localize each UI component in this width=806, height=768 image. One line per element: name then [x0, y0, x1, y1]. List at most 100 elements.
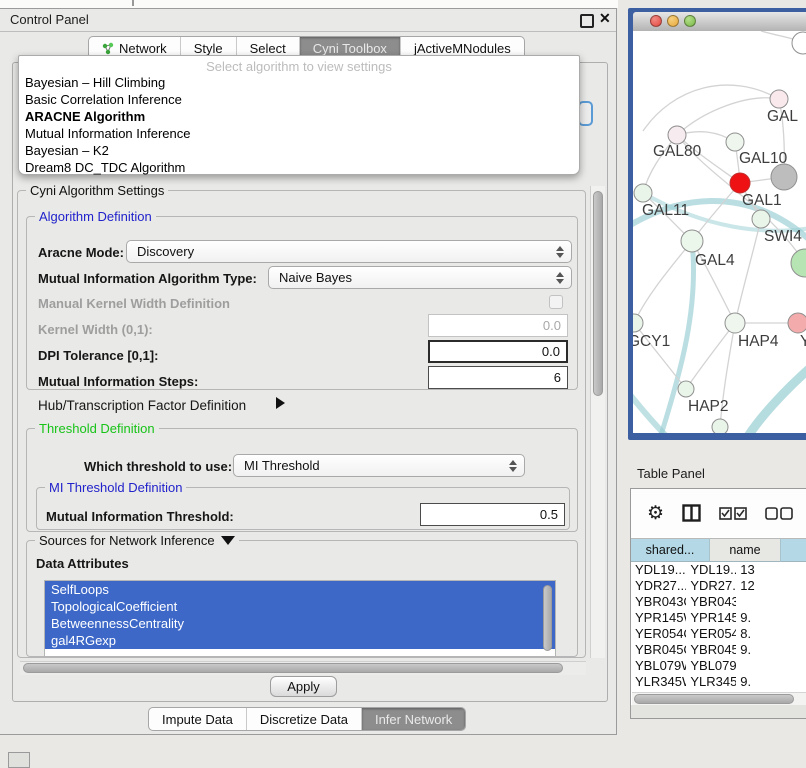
close-icon[interactable]: ✕ [599, 10, 611, 27]
algorithm-dropdown: Select algorithm to view settings Bayesi… [18, 55, 580, 175]
gear-icon[interactable]: ⚙ [647, 504, 664, 523]
table-hscrollbar[interactable] [632, 692, 806, 706]
network-canvas[interactable]: GALGAL80GAL10GAL1GAL11SWI4GAL4GCY1HAP4YH… [633, 31, 806, 433]
attribute-item-selfloops[interactable]: SelfLoops [45, 581, 555, 598]
bottom-left-grip[interactable] [8, 752, 30, 768]
table-row[interactable]: YPR145WYPR145W9. [631, 610, 806, 626]
network-node[interactable] [791, 249, 806, 277]
table-cell [736, 594, 806, 610]
network-node-gal1[interactable] [730, 173, 750, 193]
network-edge [735, 219, 761, 323]
tab-label: Select [250, 41, 286, 56]
sources-group-title: Sources for Network Inference [39, 533, 215, 548]
table-cell: YLR345W [686, 674, 736, 690]
attr-list-scroll-thumb[interactable] [543, 585, 552, 651]
dpi-tolerance-field[interactable]: 0.0 [428, 340, 568, 363]
network-node-y[interactable] [788, 313, 806, 333]
table-cell: YDR27... [686, 578, 736, 594]
table-cell: YDR27... [631, 578, 686, 594]
table-cell: 9. [736, 674, 806, 690]
network-node[interactable] [771, 164, 797, 190]
mac-close-icon[interactable] [650, 15, 662, 27]
network-node-gcy1[interactable] [633, 314, 643, 332]
threshold-definition-title: Threshold Definition [35, 421, 159, 436]
attribute-item-betweennesscentrality[interactable]: BetweennessCentrality [45, 615, 555, 632]
table-cell: YPR145W [686, 610, 736, 626]
tab-label: Discretize Data [260, 712, 348, 727]
settings-vscroll-thumb[interactable] [593, 191, 603, 396]
mac-zoom-icon[interactable] [684, 15, 696, 27]
settings-hscrollbar[interactable] [20, 661, 586, 675]
aracne-mode-select[interactable]: Discovery [126, 240, 572, 263]
combo-arrows-icon [509, 455, 517, 476]
dropdown-option-bayesian-hill-climbing[interactable]: Bayesian – Hill Climbing [19, 74, 579, 91]
split-columns-icon[interactable] [682, 504, 701, 522]
table-rows[interactable]: YDL19...YDL19...13YDR27...YDR27...12YBR0… [631, 562, 806, 690]
network-node-gal4[interactable] [681, 230, 703, 252]
dropdown-option-dream8-dc-tdc-algorithm[interactable]: Dream8 DC_TDC Algorithm [19, 159, 579, 176]
tab-discretize-data[interactable]: Discretize Data [247, 708, 362, 730]
which-threshold-value: MI Threshold [244, 458, 320, 473]
table-row[interactable]: YDR27...YDR27...12 [631, 578, 806, 594]
table-row[interactable]: YBR045CYBR045C9. [631, 642, 806, 658]
mi-algorithm-select[interactable]: Naive Bayes [268, 266, 572, 289]
mi-steps-field[interactable]: 6 [428, 366, 568, 389]
table-hscroll-thumb[interactable] [634, 694, 794, 704]
mac-minimize-icon[interactable] [667, 15, 679, 27]
dropdown-option-basic-correlation-inference[interactable]: Basic Correlation Inference [19, 91, 579, 108]
table-cell: 9. [736, 610, 806, 626]
network-node-gal[interactable] [770, 90, 788, 108]
network-node[interactable] [792, 32, 806, 54]
hub-expand-icon[interactable] [276, 397, 285, 409]
network-node-hap2[interactable] [678, 381, 694, 397]
sources-group-title-wrap[interactable]: Sources for Network Inference [35, 533, 239, 548]
focused-combo-edge[interactable] [578, 101, 593, 126]
kernel-width-field[interactable]: 0.0 [428, 314, 568, 337]
table-cell: YER054C [631, 626, 686, 642]
network-icon [102, 42, 114, 55]
which-threshold-select[interactable]: MI Threshold [233, 454, 525, 477]
which-threshold-label: Which threshold to use: [84, 459, 232, 474]
dropdown-option-aracne-algorithm[interactable]: ARACNE Algorithm [19, 108, 579, 125]
cyni-settings-title: Cyni Algorithm Settings [26, 183, 168, 198]
checked-boxes-icon[interactable] [719, 507, 747, 520]
table-row[interactable]: YBR043CYBR043C [631, 594, 806, 610]
attribute-item-gal4rgexp[interactable]: gal4RGexp [45, 632, 555, 649]
dropdown-option-bayesian-k2[interactable]: Bayesian – K2 [19, 142, 579, 159]
dropdown-option-mutual-information-inference[interactable]: Mutual Information Inference [19, 125, 579, 142]
apply-button[interactable]: Apply [270, 676, 337, 697]
network-node-hap4[interactable] [725, 313, 745, 333]
mi-threshold-field[interactable]: 0.5 [420, 503, 565, 526]
network-node-gal11[interactable] [634, 184, 652, 202]
network-node-gal10[interactable] [726, 133, 744, 151]
settings-vscrollbar[interactable] [590, 186, 605, 658]
network-node-swi4[interactable] [752, 210, 770, 228]
column-header-name[interactable]: name [710, 538, 781, 562]
column-header-a[interactable]: A [781, 538, 806, 562]
control-panel-titlebar[interactable] [0, 9, 616, 32]
float-window-icon[interactable] [580, 14, 594, 28]
column-header-shared[interactable]: shared... [631, 538, 710, 562]
unchecked-boxes-icon[interactable] [765, 507, 793, 520]
tab-infer-network[interactable]: Infer Network [362, 708, 465, 730]
node-label: GAL4 [695, 252, 735, 269]
tab-impute-data[interactable]: Impute Data [149, 708, 247, 730]
kernel-width-label: Kernel Width (0,1): [38, 322, 153, 337]
bottom-tabbar: Impute Data Discretize Data Infer Network [148, 707, 466, 731]
sources-collapse-icon[interactable] [221, 536, 235, 545]
data-attributes-list[interactable]: SelfLoopsTopologicalCoefficientBetweenne… [44, 580, 556, 657]
settings-hscroll-thumb[interactable] [23, 663, 563, 673]
table-row[interactable]: YLR345WYLR345W9. [631, 674, 806, 690]
table-row[interactable]: YDL19...YDL19...13 [631, 562, 806, 578]
node-label: GAL1 [742, 192, 782, 209]
attribute-item-topologicalcoefficient[interactable]: TopologicalCoefficient [45, 598, 555, 615]
table-row[interactable]: YER054CYER054C8. [631, 626, 806, 642]
table-row[interactable]: YBL079WYBL079W [631, 658, 806, 674]
manual-kernel-checkbox[interactable] [549, 295, 563, 309]
network-node[interactable] [712, 419, 728, 433]
node-label: GAL11 [642, 202, 689, 219]
network-edge [643, 85, 779, 131]
network-node-gal80[interactable] [668, 126, 686, 144]
table-cell: YBL079W [686, 658, 736, 674]
tab-label: Infer Network [375, 712, 452, 727]
